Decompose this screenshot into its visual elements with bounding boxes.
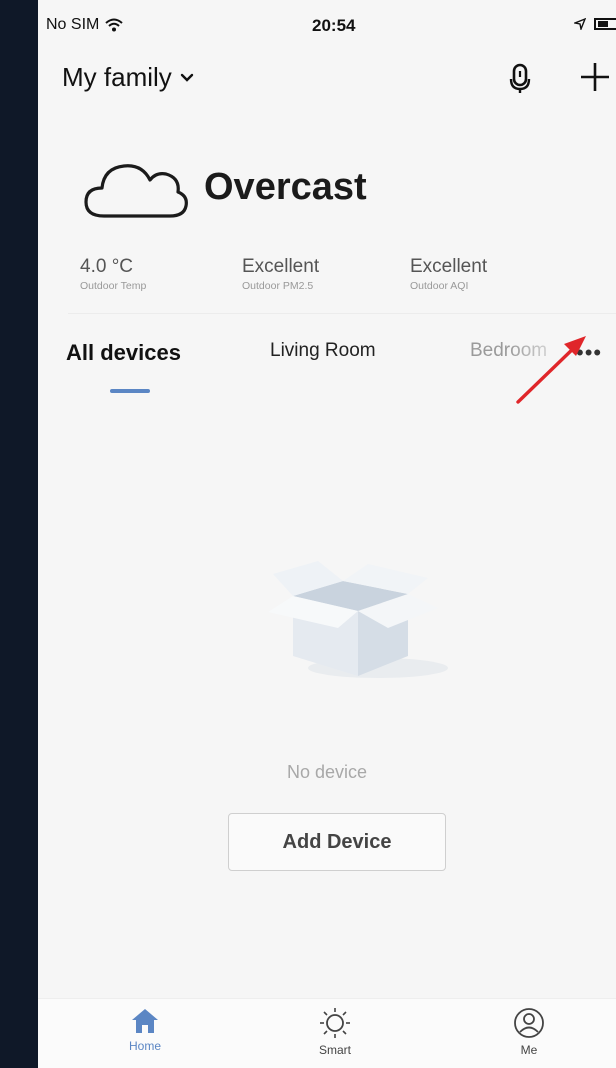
active-tab-indicator	[110, 389, 150, 393]
tab-all-devices[interactable]: All devices	[66, 340, 181, 366]
status-bar: No SIM 20:54	[38, 0, 616, 40]
screen-bezel	[0, 0, 38, 1068]
outdoor-pm25-stat: Excellent Outdoor PM2.5	[242, 256, 319, 292]
microphone-icon[interactable]	[508, 62, 532, 96]
nav-label: Me	[520, 1043, 538, 1057]
status-indicators	[574, 18, 616, 30]
sun-icon	[320, 1008, 350, 1038]
nav-label: Smart	[318, 1043, 351, 1057]
home-icon	[132, 1009, 158, 1033]
stat-value: Excellent	[410, 256, 488, 277]
outdoor-aqi-stat: Excellent Outdoor AQI	[410, 256, 487, 292]
battery-icon	[594, 18, 616, 30]
bottom-nav: Home Smart Me	[38, 998, 616, 1068]
carrier-status: No SIM	[46, 16, 124, 34]
app-screen: No SIM 20:54 My family Overcast 4.0 °C O…	[38, 0, 616, 1068]
wifi-icon	[105, 18, 124, 32]
stat-value: 4.0 °C	[80, 256, 134, 277]
stat-value: Excellent	[242, 256, 320, 277]
empty-state-message: No device	[286, 762, 368, 782]
chevron-down-icon	[180, 73, 193, 82]
cloud-icon	[84, 164, 188, 218]
plus-icon[interactable]	[578, 60, 612, 94]
family-name: My family	[62, 62, 172, 92]
nav-item-home[interactable]: Home	[90, 999, 200, 1053]
tab-living-room[interactable]: Living Room	[270, 340, 376, 362]
red-arrow-icon	[516, 336, 586, 404]
nav-label: Home	[128, 1039, 161, 1053]
stat-label: Outdoor PM2.5	[242, 280, 314, 292]
nav-item-smart[interactable]: Smart	[280, 999, 390, 1057]
stat-label: Outdoor Temp	[80, 280, 147, 292]
outdoor-temp-stat: 4.0 °C Outdoor Temp	[80, 256, 146, 292]
stat-label: Outdoor AQI	[410, 280, 469, 292]
family-selector[interactable]: My family	[62, 62, 194, 93]
location-arrow-icon	[574, 18, 586, 30]
section-divider	[68, 313, 616, 314]
clock: 20:54	[312, 16, 356, 35]
user-icon	[514, 1008, 544, 1038]
nav-item-me[interactable]: Me	[474, 999, 584, 1057]
add-device-button[interactable]: Add Device	[228, 813, 446, 871]
weather-condition: Overcast	[204, 166, 367, 208]
carrier-label: No SIM	[46, 16, 100, 33]
empty-box-icon	[268, 561, 448, 678]
